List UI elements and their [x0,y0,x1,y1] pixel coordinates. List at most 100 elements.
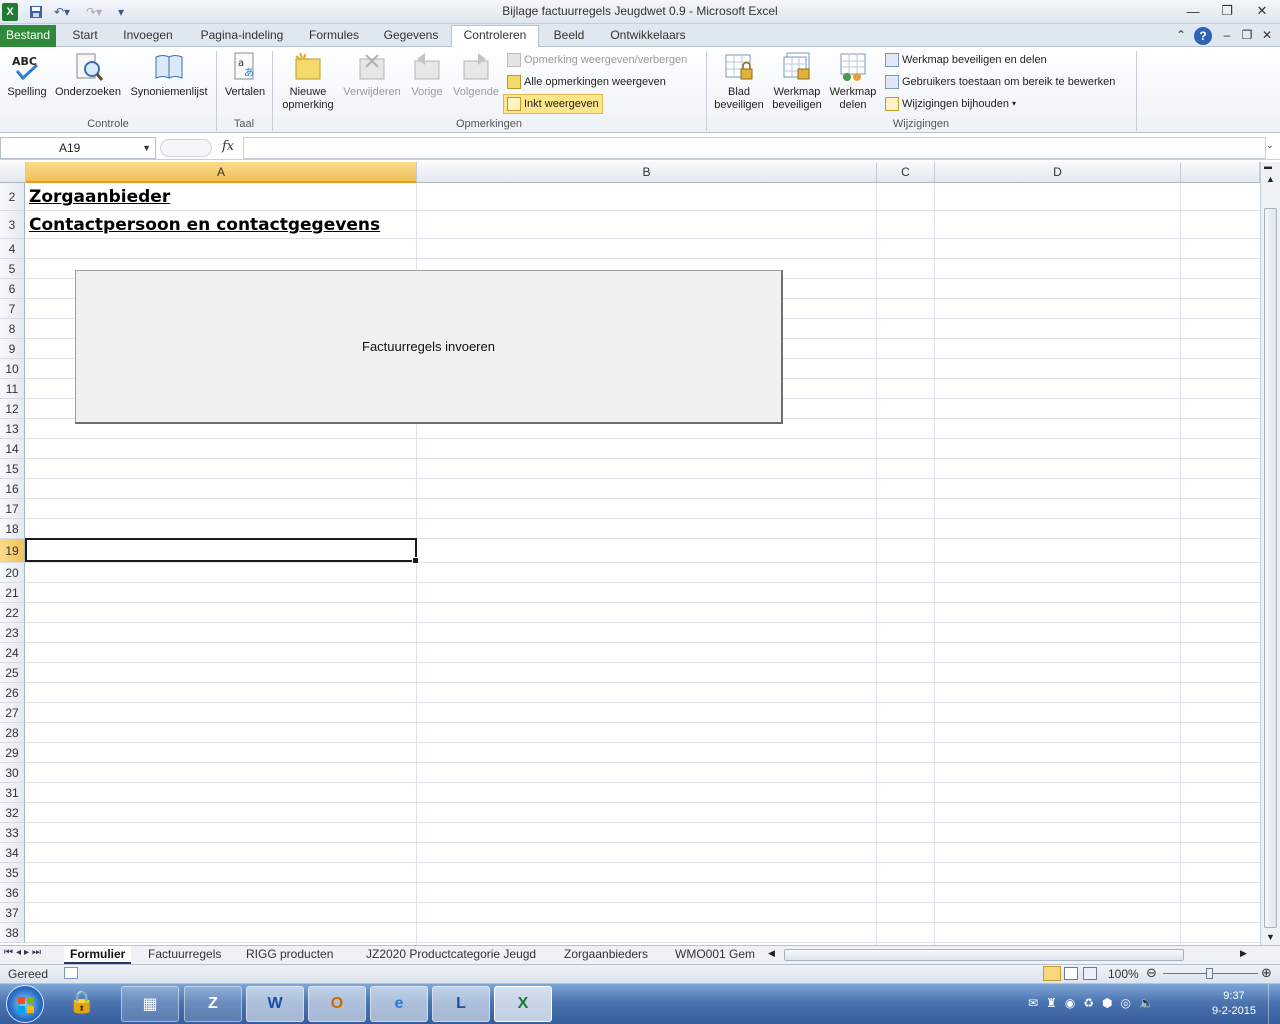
sheet-tab-jz2020[interactable]: JZ2020 Productcategorie Jeugd [360,946,542,964]
sheet-navigation-arrows-icon[interactable]: ⏮◂▸⏭ [4,947,44,958]
help-icon[interactable]: ? [1194,27,1212,45]
row-header[interactable]: 16 [0,479,25,499]
row-header[interactable]: 38 [0,923,25,943]
tab-pagina-indeling[interactable]: Pagina-indeling [190,26,294,47]
lock-icon[interactable]: 🔒 [68,989,100,1019]
page-layout-view-icon[interactable] [1064,967,1078,980]
row-header[interactable]: 35 [0,863,25,883]
row-header[interactable]: 3 [0,211,25,239]
row-header[interactable]: 25 [0,663,25,683]
column-header-b[interactable]: B [417,162,877,183]
select-all-corner[interactable] [0,162,26,183]
row-header[interactable]: 29 [0,743,25,763]
system-tray-icons[interactable]: ✉♜◉♻⬢◎🔈 [1028,996,1162,1010]
row-header[interactable]: 18 [0,519,25,539]
horizontal-scroll-thumb[interactable] [784,949,1184,961]
onderzoeken-button[interactable]: Onderzoeken [52,51,124,99]
row-header[interactable]: 9 [0,339,25,359]
tab-beeld[interactable]: Beeld [544,26,594,47]
macro-record-icon[interactable] [64,967,78,979]
row-header[interactable]: 22 [0,603,25,623]
row-header[interactable]: 33 [0,823,25,843]
row-header[interactable]: 27 [0,703,25,723]
vertalen-button[interactable]: aあ Vertalen [220,51,270,99]
vertical-scrollbar[interactable]: ▬ ▲ ▼ [1260,162,1280,945]
zoom-in-icon[interactable]: ⊕ [1261,965,1272,981]
workbook-restore-icon[interactable]: ❐ [1238,26,1256,47]
name-box[interactable]: A19 ▼ [0,137,156,159]
zoom-slider-thumb[interactable] [1206,968,1213,979]
sheet-tab-wmo001[interactable]: WMO001 Gem [669,946,761,964]
tab-invoegen[interactable]: Invoegen [114,26,182,47]
row-header[interactable]: 30 [0,763,25,783]
column-header-e[interactable] [1181,162,1260,183]
normal-view-icon[interactable] [1043,966,1061,981]
zoom-out-icon[interactable]: ⊖ [1146,965,1157,981]
row-header[interactable]: 34 [0,843,25,863]
show-desktop-button[interactable] [1268,984,1280,1024]
row-header[interactable]: 6 [0,279,25,299]
row-header[interactable]: 31 [0,783,25,803]
horizontal-scrollbar[interactable]: ◀ ▶ [768,948,1250,962]
tab-ontwikkelaars[interactable]: Ontwikkelaars [602,26,694,47]
spelling-button[interactable]: ABC Spelling [4,51,50,99]
tab-gegevens[interactable]: Gegevens [376,26,446,47]
row-header[interactable]: 19 [0,539,25,563]
scroll-up-icon[interactable]: ▲ [1266,174,1275,184]
active-cell-a19[interactable] [25,538,419,564]
blad-beveiligen-button[interactable]: Blad beveiligen [710,51,768,112]
taskbar-word-icon[interactable]: W [246,986,304,1022]
start-button[interactable] [6,985,44,1023]
insert-function-icon[interactable]: fx [222,139,234,154]
row-header[interactable]: 28 [0,723,25,743]
row-header[interactable]: 24 [0,643,25,663]
workbook-close-icon[interactable]: ✕ [1258,26,1276,47]
zoom-level[interactable]: 100% [1108,967,1139,981]
formula-bar-expand-handle[interactable] [160,139,212,157]
werkmap-beveiligen-en-delen-button[interactable]: Werkmap beveiligen en delen [882,50,1050,70]
tab-start[interactable]: Start [62,26,108,47]
taskbar-internet-explorer-icon[interactable]: e [370,986,428,1022]
inkt-weergeven-button[interactable]: Inkt weergeven [503,94,603,114]
row-header[interactable]: 36 [0,883,25,903]
wijzigingen-bijhouden-button[interactable]: Wijzigingen bijhouden ▾ [882,94,1019,114]
expand-formula-bar-icon[interactable]: ⌄ [1266,140,1274,151]
column-header-d[interactable]: D [935,162,1181,183]
scroll-left-icon[interactable]: ◀ [768,948,775,959]
row-header[interactable]: 15 [0,459,25,479]
split-box[interactable]: ▬ [1264,162,1272,171]
close-button[interactable]: ✕ [1249,2,1275,20]
chevron-down-icon[interactable]: ▼ [142,138,151,158]
minimize-ribbon-icon[interactable]: ⌃ [1172,26,1190,47]
page-break-view-icon[interactable] [1083,967,1097,980]
column-header-a[interactable]: A [26,162,417,183]
taskbar-excel-icon[interactable]: X [494,986,552,1022]
row-header[interactable]: 8 [0,319,25,339]
nieuwe-opmerking-button[interactable]: Nieuwe opmerking [276,51,340,112]
opmerking-weergeven-verbergen-button[interactable]: Opmerking weergeven/verbergen [504,50,690,70]
sheet-tab-factuurregels[interactable]: Factuurregels [142,946,227,964]
row-header[interactable]: 4 [0,239,25,259]
column-header-c[interactable]: C [877,162,935,183]
row-header[interactable]: 21 [0,583,25,603]
gebruikers-toestaan-button[interactable]: Gebruikers toestaan om bereik te bewerke… [882,72,1118,92]
worksheet-grid[interactable]: A B C D 2 3 4 5 6 7 8 9 10 11 12 13 14 15 16 17 18 19 20 21… [0,162,1260,945]
row-header[interactable]: 20 [0,563,25,583]
verwijderen-button[interactable]: Verwijderen [340,51,404,99]
volgende-button[interactable]: Volgende [450,51,502,99]
sheet-tab-formulier[interactable]: Formulier [64,946,132,964]
sheet-tab-rigg-producten[interactable]: RIGG producten [240,946,339,964]
taskbar-clock[interactable]: 9:37 9-2-2015 [1212,989,1256,1019]
row-header[interactable]: 37 [0,903,25,923]
tab-formules[interactable]: Formules [300,26,368,47]
taskbar-explorer-icon[interactable]: ▦ [121,986,179,1022]
cell-a3-contactpersoon[interactable]: Contactpersoon en contactgegevens [29,215,380,235]
werkmap-delen-button[interactable]: Werkmap delen [826,51,880,112]
taskbar-lync-icon[interactable]: L [432,986,490,1022]
scroll-right-icon[interactable]: ▶ [1240,948,1247,959]
tab-controleren[interactable]: Controleren [451,25,539,47]
taskbar-outlook-icon[interactable]: O [308,986,366,1022]
row-header[interactable]: 11 [0,379,25,399]
tab-bestand[interactable]: Bestand [0,25,56,47]
alle-opmerkingen-weergeven-button[interactable]: Alle opmerkingen weergeven [504,72,669,92]
